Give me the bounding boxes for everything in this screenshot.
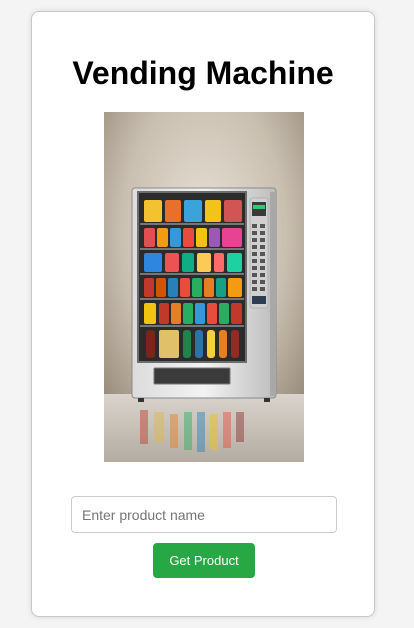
page-title: Vending Machine	[72, 55, 334, 91]
vending-card: Vending Machine Enter product name Get P…	[31, 11, 375, 617]
get-product-button[interactable]: Get Product	[153, 543, 255, 578]
product-name-input[interactable]	[71, 496, 337, 533]
vending-machine-image	[104, 112, 304, 462]
